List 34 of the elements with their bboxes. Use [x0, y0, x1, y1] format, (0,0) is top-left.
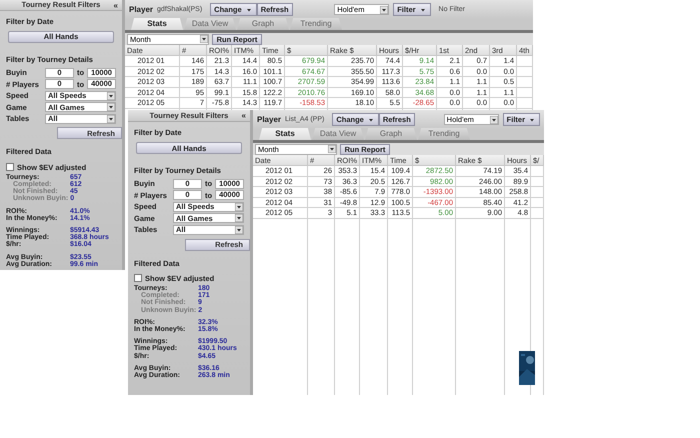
- dropdown-arrow-icon[interactable]: [107, 103, 115, 112]
- empty-cell: [517, 88, 533, 98]
- empty-cell: [531, 208, 544, 218]
- dropdown-arrow-icon[interactable]: [235, 202, 243, 211]
- dropdown-arrow-icon[interactable]: [107, 114, 115, 123]
- player-label: Player: [257, 115, 282, 124]
- empty-cell: [517, 56, 533, 66]
- tab[interactable]: Trending: [418, 128, 470, 140]
- tab[interactable]: Stats: [259, 128, 311, 140]
- dropdown-arrow-icon[interactable]: [490, 116, 498, 124]
- dropdown-arrow-icon[interactable]: [380, 6, 388, 14]
- collapse-button[interactable]: «: [242, 111, 246, 120]
- empty-cell: [531, 198, 544, 208]
- dropdown-arrow-icon[interactable]: [235, 214, 243, 222]
- empty-cell: [531, 187, 544, 198]
- player-label: Player: [129, 5, 154, 14]
- tab[interactable]: Stats: [131, 18, 183, 30]
- dropdown-arrow-icon[interactable]: [200, 35, 208, 43]
- empty-cell: [531, 176, 544, 187]
- dropdown-arrow-icon[interactable]: [107, 92, 115, 100]
- checkbox[interactable]: [134, 274, 142, 282]
- tab[interactable]: Data View: [184, 18, 236, 30]
- dropdown-arrow-icon[interactable]: [235, 226, 243, 234]
- tab[interactable]: Trending: [290, 18, 342, 30]
- collapse-button[interactable]: «: [114, 1, 118, 10]
- empty-cell: [517, 77, 533, 88]
- tab[interactable]: Data View: [312, 128, 364, 140]
- empty-cell: [517, 98, 533, 108]
- tab[interactable]: Graph: [365, 128, 417, 140]
- dropdown-arrow-icon[interactable]: [328, 145, 336, 153]
- empty-cell: [517, 66, 533, 77]
- empty-cell: [531, 166, 544, 176]
- tab[interactable]: Graph: [237, 18, 289, 30]
- checkbox[interactable]: [6, 163, 14, 172]
